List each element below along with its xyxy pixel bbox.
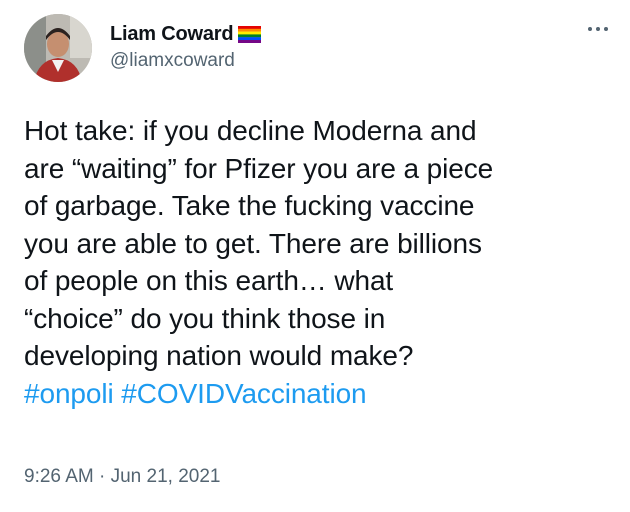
tweet-text-line: are “waiting” for Pfizer you are a piece [24, 152, 494, 184]
profile-photo-icon [24, 14, 92, 82]
more-options-button[interactable] [584, 18, 612, 40]
ellipsis-icon [588, 27, 608, 31]
avatar[interactable] [24, 14, 92, 82]
hashtag-link-onpoli[interactable]: #onpoli [24, 378, 114, 409]
tweet-card: Liam Coward @liamxcoward Hot take: if yo… [0, 0, 630, 512]
tweet-text-line: you are able to get. There are billions [24, 227, 482, 259]
user-handle[interactable]: @liamxcoward [110, 50, 235, 72]
rainbow-flag-icon [238, 25, 262, 43]
display-name[interactable]: Liam Coward [110, 23, 234, 46]
tweet-text-line: Hot take: if you decline Moderna and [24, 115, 477, 146]
tweet-text-line: of garbage. Take the fucking vaccine [24, 190, 475, 221]
author-row: Liam Coward [110, 20, 262, 48]
tweet-text: Hot take: if you decline Moderna and are… [24, 112, 620, 412]
tweet-text-line: of people on this earth… what [24, 265, 394, 296]
hashtag-line: #onpoli #COVIDVaccination [24, 375, 620, 413]
tweet-text-line: developing nation would make? [24, 340, 414, 371]
tweet-timestamp[interactable]: 9:26 AM · Jun 21, 2021 [24, 466, 220, 488]
hashtag-link-covidvaccination[interactable]: #COVIDVaccination [121, 378, 366, 409]
tweet-text-line: “choice” do you think those in [24, 302, 386, 334]
